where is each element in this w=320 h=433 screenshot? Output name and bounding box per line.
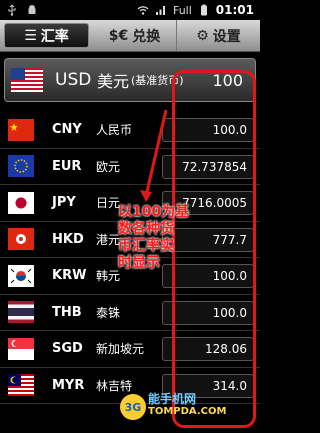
rate-code: HKD (52, 231, 84, 247)
japan-flag-icon (8, 191, 34, 214)
annotation-line-4: 时显示 (118, 255, 160, 271)
tab-exchange-label: 兑换 (132, 28, 161, 45)
base-currency-value[interactable]: 100 (212, 71, 243, 90)
gear-icon: ⚙ (196, 27, 209, 44)
base-currency-name: 美元 (97, 72, 130, 91)
korea-flag-icon (8, 264, 34, 287)
rate-row-eur[interactable]: EUR 欧元 72.737854 (0, 149, 260, 185)
clock: 01:01 (215, 3, 254, 17)
rate-code: KRW (52, 268, 87, 284)
signal-icon (155, 6, 165, 15)
tab-rates[interactable]: ☰ 汇率 (4, 23, 89, 48)
rate-name: 泰铢 (96, 305, 121, 320)
base-currency-note: (基准货币) (131, 74, 184, 87)
list-icon: ☰ (24, 27, 37, 44)
rate-value[interactable]: 72.737854 (162, 154, 254, 179)
watermark-line-1: 能手机网 (148, 392, 197, 406)
rate-row-cny[interactable]: CNY 人民币 100.0 (0, 112, 260, 149)
battery-icon (200, 4, 207, 16)
rate-code: THB (52, 304, 82, 320)
tab-settings[interactable]: ⚙ 设置 (177, 20, 260, 51)
rate-name: 港元 (96, 232, 121, 247)
usa-flag-icon (11, 68, 43, 92)
rate-name: 日元 (96, 196, 121, 211)
annotation-line-2: 数各种货 (118, 221, 174, 237)
status-bar: Full 01:01 (0, 0, 260, 20)
eu-flag-icon (8, 155, 34, 178)
rate-value[interactable]: 100.0 (162, 300, 254, 325)
usb-icon (8, 4, 16, 16)
annotation-line-3: 币汇率实 (118, 238, 174, 254)
china-flag-icon (8, 118, 34, 141)
base-currency-row[interactable]: USD 美元 (基准货币) 100 (4, 58, 256, 102)
thailand-flag-icon (8, 301, 34, 324)
rate-name: 韩元 (96, 269, 121, 284)
singapore-flag-icon (8, 337, 34, 360)
signal-text: Full (172, 3, 192, 17)
android-icon (28, 5, 36, 14)
currency-exchange-icon: $€ (108, 27, 129, 44)
rate-code: SGD (52, 341, 83, 357)
rate-code: CNY (52, 122, 82, 138)
rate-row-sgd[interactable]: SGD 新加坡元 128.06 (0, 331, 260, 368)
rate-value[interactable]: 100.0 (162, 118, 254, 142)
tab-bar: ☰ 汇率 $€ 兑换 ⚙ 设置 (0, 20, 260, 52)
rate-name: 欧元 (96, 159, 121, 174)
tab-rates-label: 汇率 (40, 28, 69, 45)
watermark-logo: 3G (120, 394, 146, 420)
watermark: 3G 能手机网 TOMPDA.COM (120, 388, 260, 432)
rate-row-thb[interactable]: THB 泰铢 100.0 (0, 295, 260, 331)
hongkong-flag-icon (8, 228, 34, 251)
rate-value[interactable]: 128.06 (162, 337, 254, 361)
rate-code: EUR (52, 158, 82, 174)
tab-settings-label: 设置 (212, 28, 241, 45)
tab-exchange[interactable]: $€ 兑换 (93, 20, 177, 51)
annotation-text: 以100为基 数各种货 币汇率实 时显示 (118, 204, 202, 272)
base-currency-code: USD (55, 70, 92, 90)
wifi-icon (137, 6, 149, 15)
rate-name: 人民币 (96, 123, 133, 138)
rate-name: 新加坡元 (96, 342, 145, 357)
malaysia-flag-icon (8, 374, 34, 397)
rate-code: JPY (52, 195, 76, 211)
watermark-line-2: TOMPDA.COM (148, 406, 227, 417)
rate-code: MYR (52, 377, 85, 393)
annotation-line-1: 以100为基 (118, 204, 190, 220)
